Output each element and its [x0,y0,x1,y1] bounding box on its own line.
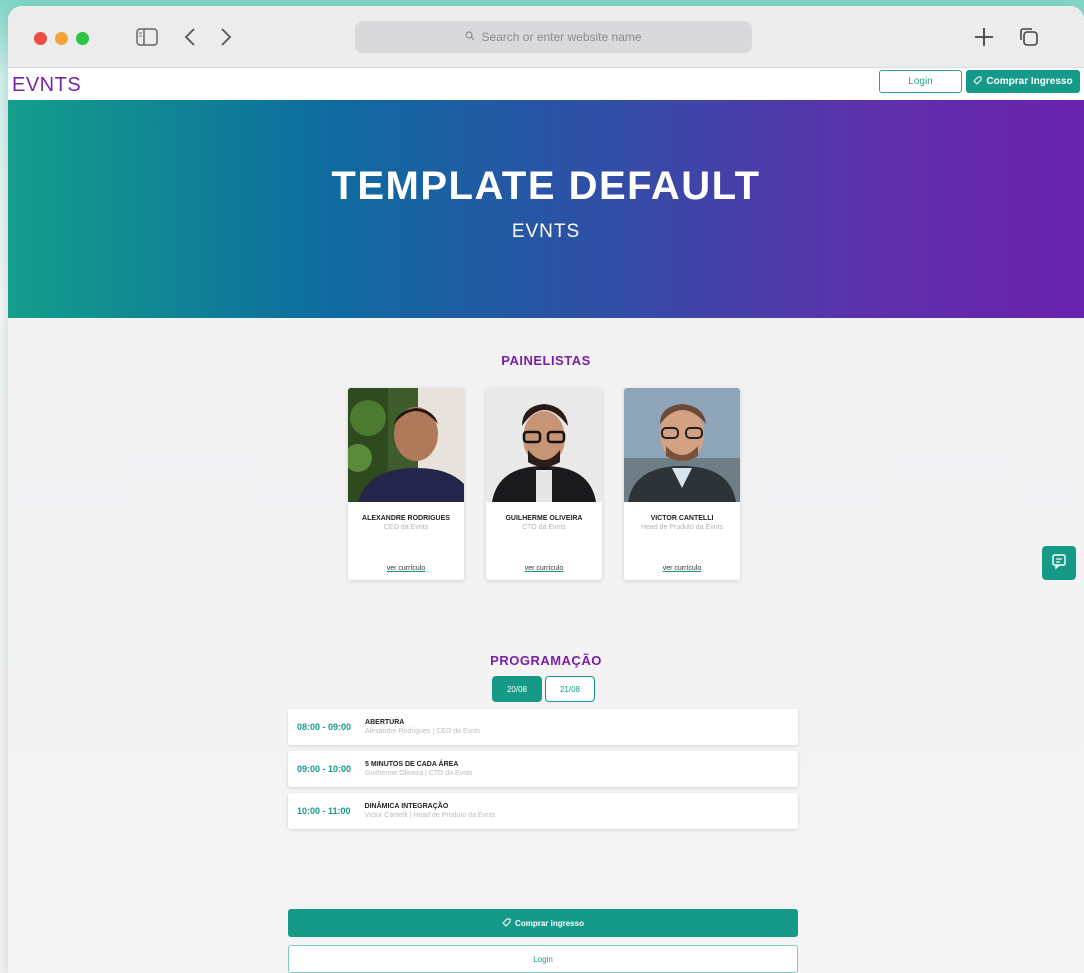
view-resume-link[interactable]: ver currículo [624,565,740,572]
date-tab-20-08[interactable]: 20/08 [492,676,542,702]
panelist-photo [348,388,464,502]
panelist-photo [624,388,740,502]
tab-overview-icon[interactable] [1016,24,1042,50]
schedule-name: 5 MINUTOS DE CADA ÁREA [365,761,459,768]
main-content: PAINELISTAS ALEXANDRE RODRIGUES CEO da E… [8,318,1084,973]
search-icon [465,30,475,44]
panelists-title: PAINELISTAS [501,353,591,368]
panelist-role: Head de Produto da Evnts [640,524,724,531]
evnts-logo[interactable]: EVNTS [12,74,81,97]
sidebar-toggle-icon[interactable] [134,24,160,50]
schedule-list: 08:00 - 09:00 ABERTURA Alexandre Rodrigu… [288,709,798,835]
buy-ticket-label: Comprar ingresso [515,918,584,928]
zoom-window-button[interactable] [76,32,89,45]
schedule-item[interactable]: 08:00 - 09:00 ABERTURA Alexandre Rodrigu… [288,709,798,745]
close-window-button[interactable] [34,32,47,45]
date-tabs: 20/08 21/08 [492,676,595,702]
schedule-speaker: Guilherme Oliveira | CTO da Evnts [365,770,473,777]
site-header: EVNTS Login Comprar Ingresso [8,68,1084,100]
tag-icon [502,918,511,929]
panelist-card: ALEXANDRE RODRIGUES CEO da Evnts ver cur… [348,388,464,580]
panelist-card: GUILHERME OLIVEIRA CTO da Evnts ver curr… [486,388,602,580]
panelist-name: VICTOR CANTELLI [650,515,714,522]
schedule-item[interactable]: 10:00 - 11:00 DINÂMICA INTEGRAÇÃO Victor… [288,793,798,829]
panelist-photo [486,388,602,502]
schedule-item[interactable]: 09:00 - 10:00 5 MINUTOS DE CADA ÁREA Gui… [288,751,798,787]
date-tab-21-08[interactable]: 21/08 [545,676,595,702]
view-resume-link[interactable]: ver currículo [486,565,602,572]
header-login-button[interactable]: Login [879,70,962,93]
chat-button[interactable] [1042,546,1076,580]
forward-arrow-icon[interactable] [216,24,236,50]
panelist-role: CEO da Evnts [383,524,429,531]
address-bar-placeholder: Search or enter website name [481,30,642,44]
schedule-title: PROGRAMAÇÃO [490,653,602,668]
panelist-name: GUILHERME OLIVEIRA [505,515,583,522]
chat-icon [1051,553,1067,574]
schedule-speaker: Alexandre Rodrigues | CEO da Evnts [365,728,481,735]
tag-icon [973,76,982,88]
hero-banner: TEMPLATE DEFAULT EVNTS [8,100,1084,318]
schedule-time: 10:00 - 11:00 [297,806,351,816]
login-button[interactable]: Login [288,945,798,973]
panelist-role: CTO da Evnts [522,524,566,531]
header-buy-ticket-button[interactable]: Comprar Ingresso [966,70,1080,93]
new-tab-icon[interactable] [971,24,997,50]
address-bar[interactable]: Search or enter website name [355,21,752,53]
panelist-name: ALEXANDRE RODRIGUES [362,515,450,522]
view-resume-link[interactable]: ver currículo [348,565,464,572]
browser-toolbar: Search or enter website name [8,6,1084,68]
back-arrow-icon[interactable] [180,24,200,50]
schedule-time: 09:00 - 10:00 [297,764,352,774]
panelist-card: VICTOR CANTELLI Head de Produto da Evnts… [624,388,740,580]
header-buy-ticket-label: Comprar Ingresso [986,76,1073,87]
hero-logo: EVNTS [511,220,581,242]
browser-window: Search or enter website name EVNTS Login… [8,6,1084,973]
schedule-name: ABERTURA [365,719,405,726]
panelists-list: ALEXANDRE RODRIGUES CEO da Evnts ver cur… [348,388,740,580]
minimize-window-button[interactable] [55,32,68,45]
schedule-speaker: Victor Cantelli | Head de Produto da Evn… [364,812,496,819]
hero-title: TEMPLATE DEFAULT [331,163,761,208]
schedule-name: DINÂMICA INTEGRAÇÃO [364,803,449,810]
schedule-time: 08:00 - 09:00 [297,722,352,732]
buy-ticket-button[interactable]: Comprar ingresso [288,909,798,937]
